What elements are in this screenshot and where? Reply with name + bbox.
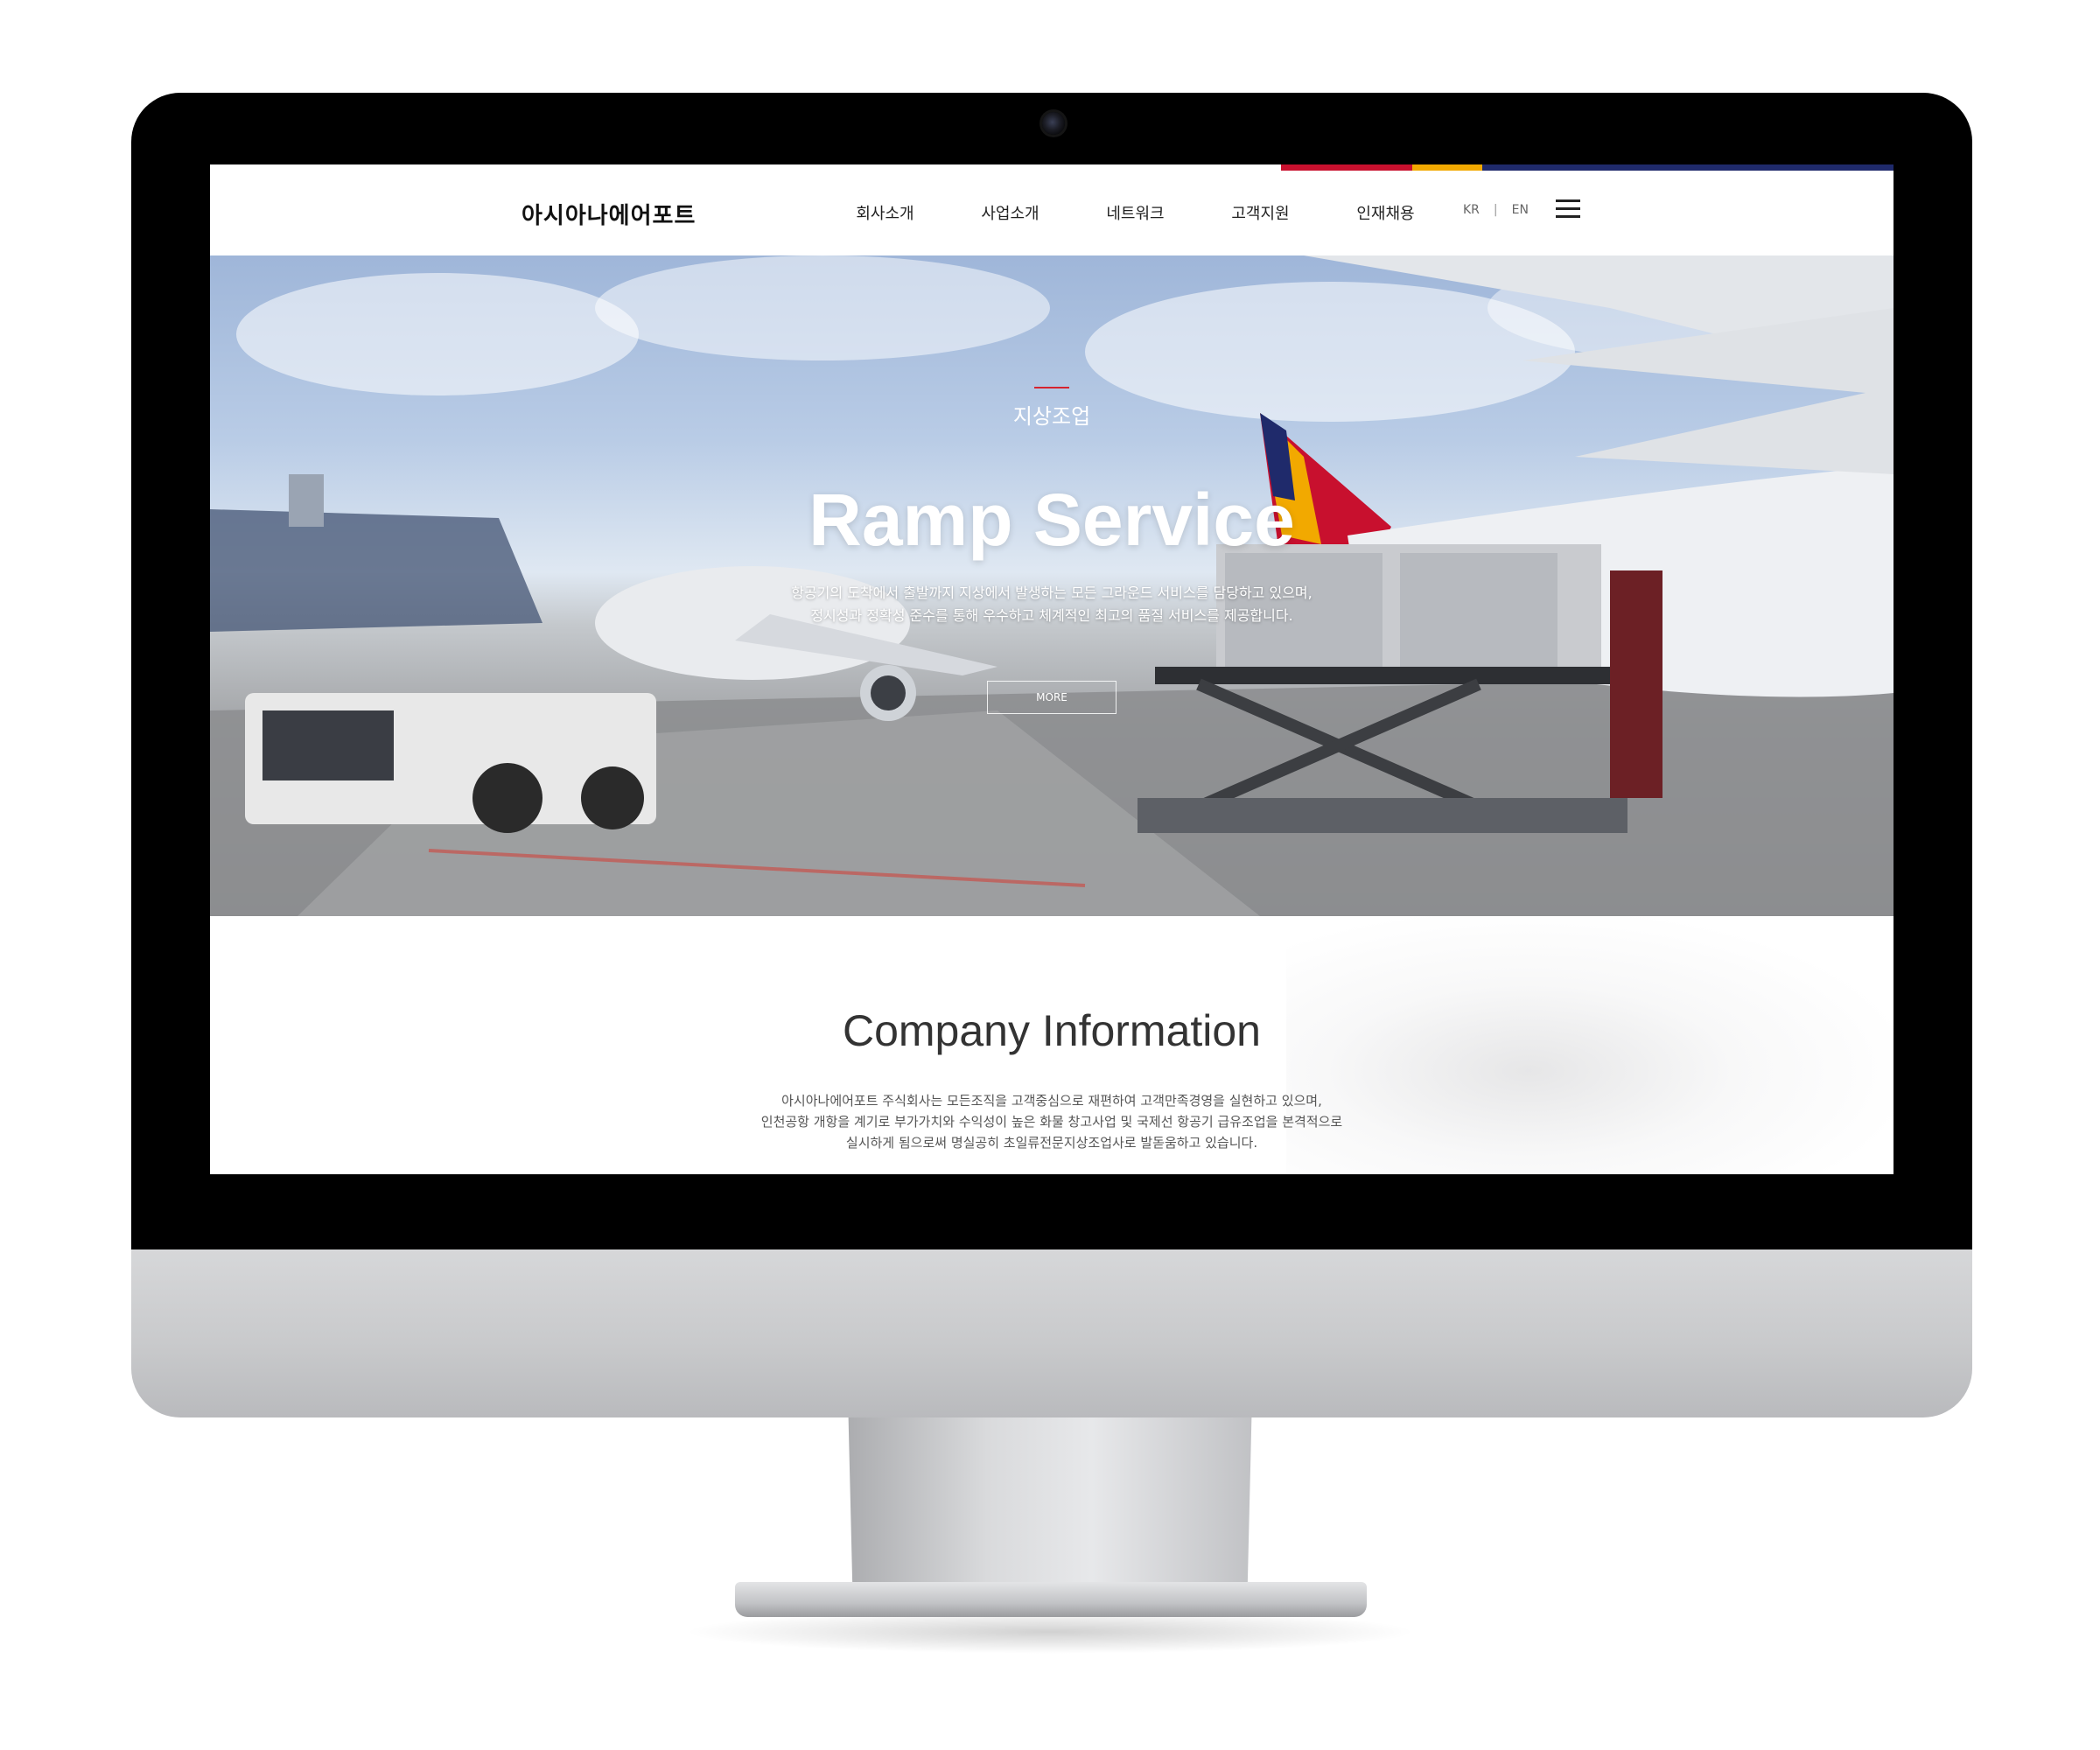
language-switcher: KR | EN xyxy=(1463,203,1529,217)
company-info-line-1: 아시아나에어포트 주식회사는 모든조직을 고객중심으로 재편하여 고객만족경영을… xyxy=(781,1093,1322,1109)
lang-en-link[interactable]: EN xyxy=(1512,203,1529,217)
nav-item-business[interactable]: 사업소개 xyxy=(948,201,1073,224)
company-info-section: Company Information 아시아나에어포트 주식회사는 모든조직을… xyxy=(210,916,1894,1174)
lang-separator: | xyxy=(1493,203,1498,217)
hero-banner: 지상조업 Ramp Service 항공기의 도착에서 출발까지 지상에서 발생… xyxy=(210,256,1894,916)
monitor-stand-base xyxy=(735,1582,1367,1617)
webcam-icon xyxy=(1042,112,1065,135)
nav-item-network[interactable]: 네트워크 xyxy=(1073,201,1198,224)
company-info-line-2: 인천공항 개항을 계기로 부가가치와 수익성이 높은 화물 창고사업 및 국제선… xyxy=(760,1114,1343,1130)
website-screen: 아시아나에어포트 회사소개 사업소개 네트워크 고객지원 인재채용 KR | E… xyxy=(210,164,1894,1174)
hero-description-line-1: 항공기의 도착에서 출발까지 지상에서 발생하는 모든 그라운드 서비스를 담당… xyxy=(791,584,1312,601)
company-info-title: Company Information xyxy=(842,1006,1261,1055)
hero-title: Ramp Service xyxy=(808,479,1295,561)
hero-subtitle: 지상조업 xyxy=(1012,404,1091,429)
nav-item-careers[interactable]: 인재채용 xyxy=(1323,201,1448,224)
brand-stripe xyxy=(1281,164,1894,171)
monitor-chin xyxy=(131,1250,1972,1418)
nav-item-support[interactable]: 고객지원 xyxy=(1198,201,1323,224)
main-nav: 회사소개 사업소개 네트워크 고객지원 인재채용 xyxy=(822,201,1448,224)
hamburger-menu-icon[interactable] xyxy=(1556,200,1580,219)
more-button[interactable]: MORE xyxy=(987,681,1116,714)
site-logo[interactable]: 아시아나에어포트 xyxy=(522,198,696,230)
monitor-stand xyxy=(848,1418,1252,1592)
site-header: 아시아나에어포트 회사소개 사업소개 네트워크 고객지원 인재채용 KR | E… xyxy=(210,164,1894,256)
nav-item-company[interactable]: 회사소개 xyxy=(822,201,948,224)
hero-description-line-2: 정시성과 정확성 준수를 통해 우수하고 체계적인 최고의 품질 서비스를 제공… xyxy=(810,607,1293,624)
company-info-line-3: 실시하게 됨으로써 명실공히 초일류전문지상조업사로 발돋움하고 있습니다. xyxy=(845,1135,1258,1151)
hero-accent-line xyxy=(1034,387,1069,388)
lang-kr-link[interactable]: KR xyxy=(1463,203,1480,217)
